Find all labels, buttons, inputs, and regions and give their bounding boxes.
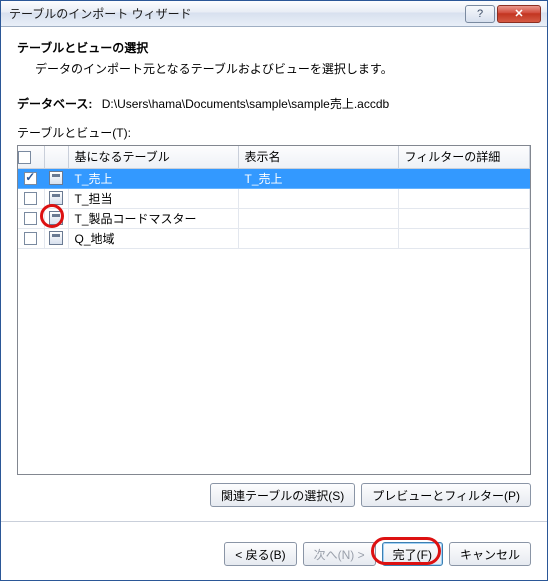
row-checkbox[interactable]: [24, 192, 37, 205]
separator: [1, 521, 547, 522]
cancel-button[interactable]: キャンセル: [449, 542, 531, 566]
select-all-checkbox[interactable]: [18, 151, 31, 164]
tables-views-label: テーブルとビュー(T):: [17, 124, 531, 141]
table-icon: [49, 171, 63, 185]
database-path: D:\Users\hama\Documents\sample\sample売上.…: [102, 97, 389, 111]
row-checkbox-cell[interactable]: [18, 208, 44, 228]
row-display: [238, 188, 398, 208]
grid-button-row: 関連テーブルの選択(S) プレビューとフィルター(P): [17, 483, 531, 507]
next-button: 次へ(N) >: [303, 542, 376, 566]
table-row[interactable]: Q_地域: [18, 228, 530, 248]
row-source: Q_地域: [68, 228, 238, 248]
row-source: T_売上: [68, 168, 238, 188]
row-filter: [398, 168, 530, 188]
wizard-button-bar: < 戻る(B) 次へ(N) > 完了(F) キャンセル: [1, 542, 547, 580]
preview-filter-button[interactable]: プレビューとフィルター(P): [361, 483, 531, 507]
tables-grid: 基になるテーブル 表示名 フィルターの詳細 T_売上T_売上T_担当T_製品コー…: [17, 145, 531, 475]
close-button[interactable]: ✕: [497, 5, 541, 23]
dialog-body: テーブルとビューの選択 データのインポート元となるテーブルおよびビューを選択しま…: [1, 27, 547, 542]
finish-button[interactable]: 完了(F): [382, 542, 443, 566]
header-checkbox-cell[interactable]: [18, 146, 44, 168]
row-checkbox-cell[interactable]: [18, 228, 44, 248]
database-label: データベース:: [17, 97, 92, 111]
header-source[interactable]: 基になるテーブル: [68, 146, 238, 168]
row-filter: [398, 228, 530, 248]
table-row[interactable]: T_担当: [18, 188, 530, 208]
related-tables-button[interactable]: 関連テーブルの選択(S): [210, 483, 355, 507]
back-button[interactable]: < 戻る(B): [224, 542, 296, 566]
database-line: データベース: D:\Users\hama\Documents\sample\s…: [17, 95, 531, 112]
row-checkbox[interactable]: [24, 212, 37, 225]
row-display: [238, 228, 398, 248]
row-display: [238, 208, 398, 228]
row-icon-cell: [44, 208, 68, 228]
row-icon-cell: [44, 168, 68, 188]
header-display[interactable]: 表示名: [238, 146, 398, 168]
row-filter: [398, 208, 530, 228]
row-checkbox[interactable]: [24, 172, 37, 185]
header-filter[interactable]: フィルターの詳細: [398, 146, 530, 168]
row-icon-cell: [44, 188, 68, 208]
row-checkbox-cell[interactable]: [18, 168, 44, 188]
table-icon: [49, 211, 63, 225]
row-icon-cell: [44, 228, 68, 248]
table-row[interactable]: T_製品コードマスター: [18, 208, 530, 228]
row-filter: [398, 188, 530, 208]
row-checkbox[interactable]: [24, 232, 37, 245]
titlebar: テーブルのインポート ウィザード ? ✕: [1, 1, 547, 27]
table-icon: [49, 191, 63, 205]
row-source: T_担当: [68, 188, 238, 208]
page-heading: テーブルとビューの選択: [17, 39, 531, 56]
window-title: テーブルのインポート ウィザード: [7, 5, 463, 22]
row-display: T_売上: [238, 168, 398, 188]
table-row[interactable]: T_売上T_売上: [18, 168, 530, 188]
help-button[interactable]: ?: [465, 5, 495, 23]
page-subheading: データのインポート元となるテーブルおよびビューを選択します。: [35, 60, 531, 77]
row-checkbox-cell[interactable]: [18, 188, 44, 208]
dialog-window: テーブルのインポート ウィザード ? ✕ テーブルとビューの選択 データのインポ…: [0, 0, 548, 581]
row-source: T_製品コードマスター: [68, 208, 238, 228]
table-icon: [49, 231, 63, 245]
header-icon-cell: [44, 146, 68, 168]
